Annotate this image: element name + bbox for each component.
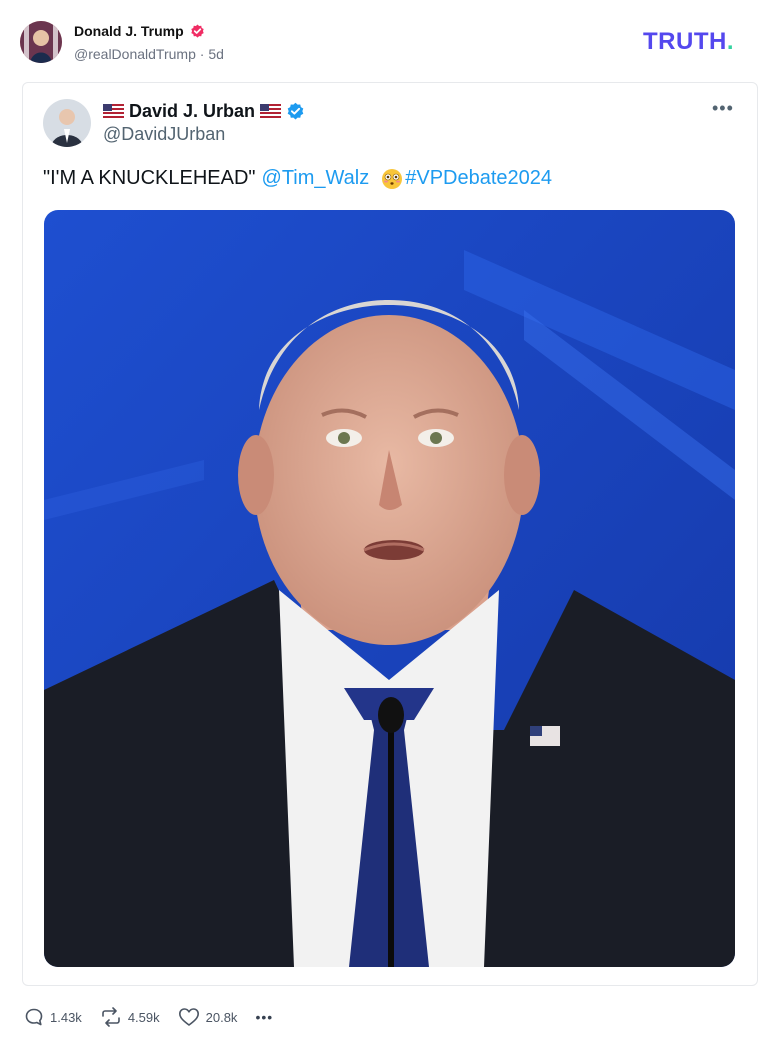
author-avatar[interactable] bbox=[20, 21, 62, 63]
us-flag-icon bbox=[260, 104, 282, 118]
author-name[interactable]: Donald J. Trump bbox=[74, 23, 184, 39]
flushed-emoji-icon bbox=[382, 168, 403, 189]
separator: · bbox=[199, 46, 205, 62]
embed-avatar[interactable] bbox=[43, 99, 91, 147]
debate-photo[interactable] bbox=[44, 210, 735, 967]
reply-button[interactable]: 1.43k bbox=[24, 1007, 82, 1027]
retruth-count: 4.59k bbox=[127, 1009, 160, 1025]
embed-quote: "I'M A KNUCKLEHEAD" bbox=[43, 167, 256, 189]
like-button[interactable]: 20.8k bbox=[178, 1007, 238, 1027]
embed-name[interactable]: David J. Urban bbox=[129, 101, 255, 122]
retruth-icon bbox=[102, 1007, 120, 1027]
action-bar: 1.43k 4.59k 20.8k ••• bbox=[24, 1006, 291, 1028]
mention-link[interactable]: @Tim_Walz bbox=[262, 167, 370, 190]
us-flag-icon bbox=[103, 104, 124, 118]
author-handle-line[interactable]: @realDonaldTrump · 5d bbox=[74, 46, 224, 62]
reply-count: 1.43k bbox=[50, 1009, 82, 1025]
logo-text: TRUTH bbox=[643, 28, 727, 55]
verified-check-icon bbox=[287, 102, 304, 119]
like-count: 20.8k bbox=[205, 1009, 238, 1025]
embed-name-row: David J. Urban bbox=[103, 100, 305, 122]
embed-text: "I'M A KNUCKLEHEAD" @Tim_Walz #VPDebate2… bbox=[43, 167, 552, 190]
truth-logo[interactable]: TRUTH. bbox=[643, 28, 734, 56]
verified-badge-icon bbox=[191, 24, 204, 38]
more-icon[interactable]: ••• bbox=[712, 98, 734, 119]
post-age[interactable]: 5d bbox=[208, 46, 224, 62]
retruth-button[interactable]: 4.59k bbox=[100, 1007, 160, 1027]
hashtag-link[interactable]: #VPDebate2024 bbox=[405, 167, 552, 190]
like-icon bbox=[178, 1008, 199, 1026]
author-handle[interactable]: @realDonaldTrump bbox=[74, 46, 196, 62]
more-actions-icon: ••• bbox=[255, 1009, 274, 1025]
embed-handle[interactable]: @DavidJUrban bbox=[103, 124, 225, 145]
reply-icon bbox=[25, 1008, 43, 1026]
logo-dot: . bbox=[726, 28, 734, 55]
more-actions-button[interactable]: ••• bbox=[255, 1009, 273, 1025]
